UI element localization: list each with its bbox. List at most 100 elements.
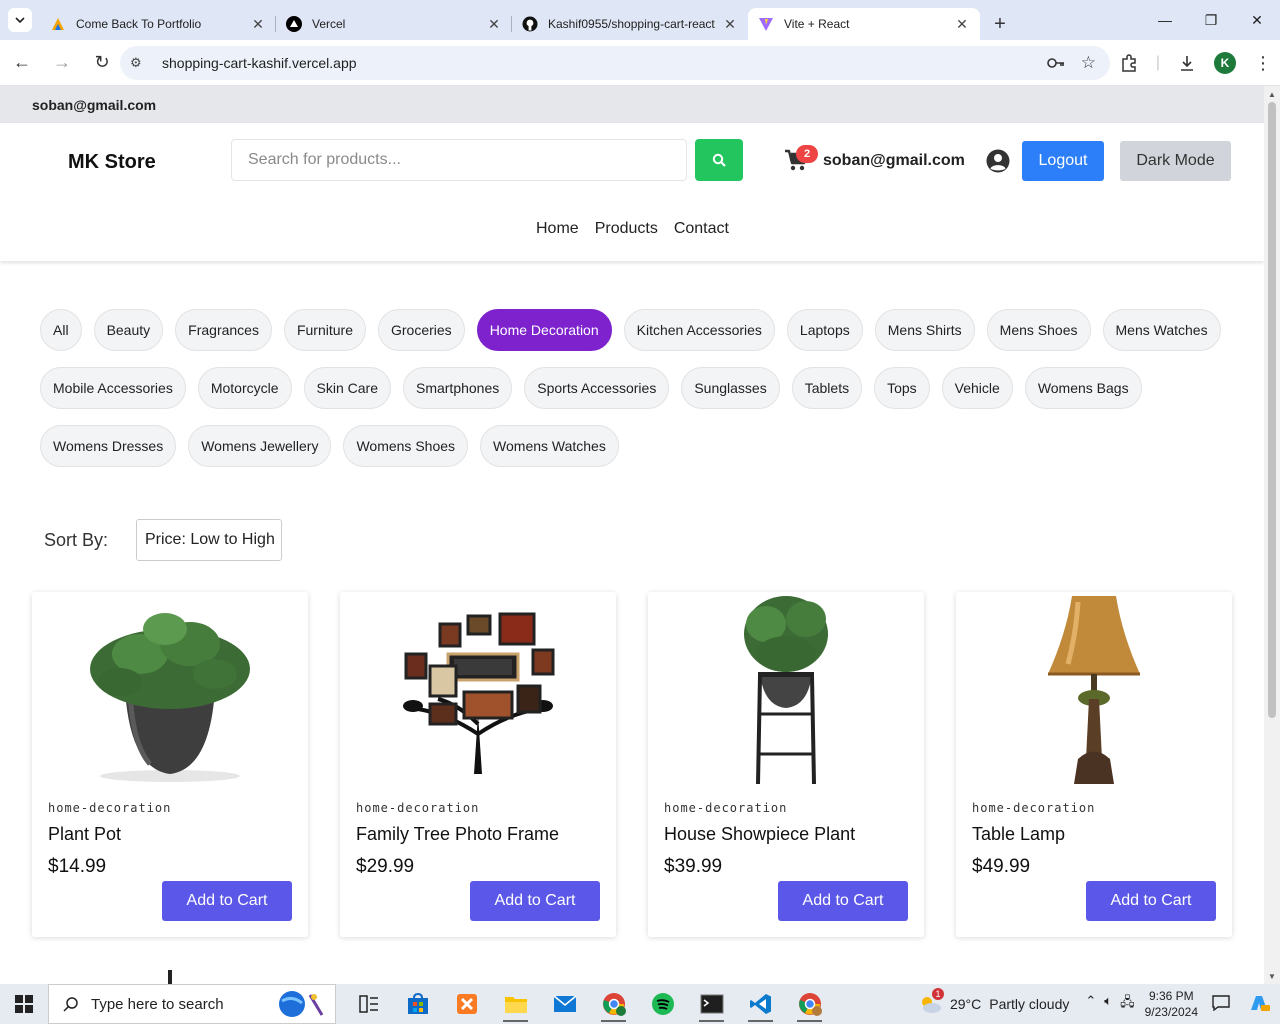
category-chip[interactable]: Mobile Accessories [40, 367, 186, 409]
windows-start-icon[interactable] [0, 984, 48, 1024]
notification-icon[interactable] [1212, 994, 1230, 1014]
vscode-app-icon[interactable] [736, 984, 785, 1024]
back-icon[interactable]: ← [4, 45, 40, 81]
bookmark-star-icon[interactable]: ☆ [1081, 53, 1096, 73]
category-chip[interactable]: Smartphones [402, 367, 513, 409]
category-chip[interactable]: Motorcycle [197, 367, 292, 409]
category-chip[interactable]: Kitchen Accessories [623, 309, 775, 351]
browser-tab-active[interactable]: Vite + React ✕ [748, 8, 980, 40]
category-chip[interactable]: Groceries [378, 309, 465, 351]
category-chip[interactable]: Furniture [283, 309, 366, 351]
brand-logo[interactable]: MK Store [68, 151, 156, 174]
plant-pot-image[interactable] [32, 592, 308, 785]
category-chip[interactable]: Laptops [786, 309, 863, 351]
tab-search-menu[interactable] [0, 0, 40, 40]
close-tab-icon[interactable]: ✕ [486, 16, 502, 33]
category-chip[interactable]: Sports Accessories [524, 367, 670, 409]
scroll-up-icon[interactable]: ▲ [1264, 86, 1280, 102]
close-tab-icon[interactable]: ✕ [250, 16, 266, 33]
product-card[interactable]: home-decoration Family Tree Photo Frame … [340, 592, 616, 937]
add-to-cart-button[interactable]: Add to Cart [162, 881, 292, 921]
product-card[interactable]: home-decoration Table Lamp $49.99 Add to… [956, 592, 1232, 937]
user-circle-icon[interactable] [986, 149, 1010, 173]
new-tab-button[interactable]: + [980, 8, 1020, 40]
download-icon[interactable] [1178, 54, 1196, 72]
restore-icon[interactable]: ❐ [1188, 0, 1234, 40]
search-button[interactable] [695, 139, 743, 181]
xampp-app-icon[interactable] [442, 984, 491, 1024]
product-card[interactable]: home-decoration Plant Pot $14.99 Add to … [32, 592, 308, 937]
clock-time: 9:36 PM [1148, 989, 1194, 1003]
tab-title: Come Back To Portfolio [76, 17, 202, 31]
scroll-down-icon[interactable]: ▼ [1264, 968, 1280, 984]
dark-mode-button[interactable]: Dark Mode [1120, 141, 1231, 181]
category-chip[interactable]: Mens Shirts [874, 309, 975, 351]
taskbar-search[interactable]: Type here to search [48, 984, 336, 1024]
category-chip[interactable]: Tops [874, 367, 930, 409]
sort-select[interactable]: Price: Low to High [136, 519, 282, 561]
family-tree-frame-image[interactable] [340, 592, 616, 785]
category-chip[interactable]: Mens Watches [1102, 309, 1221, 351]
category-chip[interactable]: Womens Dresses [40, 425, 177, 467]
close-tab-icon[interactable]: ✕ [722, 16, 738, 33]
chevron-up-icon[interactable]: ⌃ [1085, 993, 1096, 1015]
search-input[interactable] [231, 139, 687, 181]
weather-desc: Partly cloudy [989, 996, 1070, 1012]
logout-button[interactable]: Logout [1022, 141, 1104, 181]
category-chip[interactable]: Womens Watches [480, 425, 619, 467]
category-chip[interactable]: Beauty [93, 309, 164, 351]
table-lamp-image[interactable] [956, 592, 1232, 785]
nav-products-link[interactable]: Products [595, 220, 658, 238]
store-app-icon[interactable] [393, 984, 442, 1024]
add-to-cart-button[interactable]: Add to Cart [778, 881, 908, 921]
scrollbar-thumb[interactable] [1268, 102, 1276, 718]
category-chip[interactable]: Fragrances [175, 309, 272, 351]
password-key-icon[interactable] [1046, 57, 1065, 69]
product-card[interactable]: home-decoration House Showpiece Plant $3… [648, 592, 924, 937]
reload-icon[interactable]: ↻ [84, 45, 120, 81]
network-icon[interactable]: 🖧︎ [1120, 993, 1135, 1015]
browser-tab[interactable]: Kashif0955/shopping-cart-react ✕ [512, 8, 748, 40]
user-email: soban@gmail.com [823, 152, 965, 169]
terminal-app-icon[interactable] [687, 984, 736, 1024]
add-to-cart-button[interactable]: Add to Cart [470, 881, 600, 921]
browser-menu-icon[interactable]: ⋮ [1254, 53, 1272, 74]
category-chip[interactable]: Vehicle [941, 367, 1013, 409]
category-chip[interactable]: Sunglasses [681, 367, 780, 409]
task-view-icon[interactable] [344, 984, 393, 1024]
mail-app-icon[interactable] [540, 984, 589, 1024]
product-category: home-decoration [48, 801, 172, 815]
store-header: MK Store 2 soban@gmail.com Logout Dark M… [0, 123, 1264, 261]
weather-widget[interactable]: 1 29°C Partly cloudy [918, 988, 1070, 1014]
category-chip[interactable]: Womens Jewellery [188, 425, 332, 467]
nav-home-link[interactable]: Home [536, 220, 579, 238]
chrome-profile-2-icon[interactable] [785, 984, 834, 1024]
nav-contact-link[interactable]: Contact [674, 220, 729, 238]
category-chip[interactable]: Womens Bags [1024, 367, 1142, 409]
showpiece-plant-image[interactable] [648, 592, 924, 785]
add-to-cart-button[interactable]: Add to Cart [1086, 881, 1216, 921]
taskbar-clock[interactable]: 9:36 PM 9/23/2024 [1145, 988, 1198, 1020]
browser-tab[interactable]: Vercel ✕ [276, 8, 512, 40]
speaker-icon[interactable]: 🔈︎ [1104, 993, 1112, 1015]
category-chip[interactable]: All [40, 309, 82, 351]
category-chip[interactable]: Womens Shoes [343, 425, 469, 467]
file-explorer-icon[interactable] [491, 984, 540, 1024]
close-tab-icon[interactable]: ✕ [954, 16, 970, 33]
close-window-icon[interactable]: ✕ [1234, 0, 1280, 40]
copilot-icon[interactable] [1248, 993, 1270, 1016]
profile-avatar[interactable]: K [1214, 52, 1236, 74]
minimize-icon[interactable]: — [1142, 0, 1188, 40]
chrome-profile-k-icon[interactable] [589, 984, 638, 1024]
category-chip-active[interactable]: Home Decoration [476, 309, 612, 351]
category-chip[interactable]: Skin Care [303, 367, 391, 409]
category-chip[interactable]: Mens Shoes [986, 309, 1091, 351]
page-scrollbar[interactable]: ▲ ▼ [1264, 86, 1280, 984]
browser-tab[interactable]: Come Back To Portfolio ✕ [40, 8, 276, 40]
site-settings-icon[interactable]: ⚙ [130, 55, 148, 71]
category-chip[interactable]: Tablets [791, 367, 863, 409]
spotify-app-icon[interactable] [638, 984, 687, 1024]
url-bar[interactable]: ⚙ shopping-cart-kashif.vercel.app ☆ [120, 46, 1110, 80]
extensions-icon[interactable] [1120, 54, 1138, 72]
forward-icon[interactable]: → [44, 45, 80, 81]
